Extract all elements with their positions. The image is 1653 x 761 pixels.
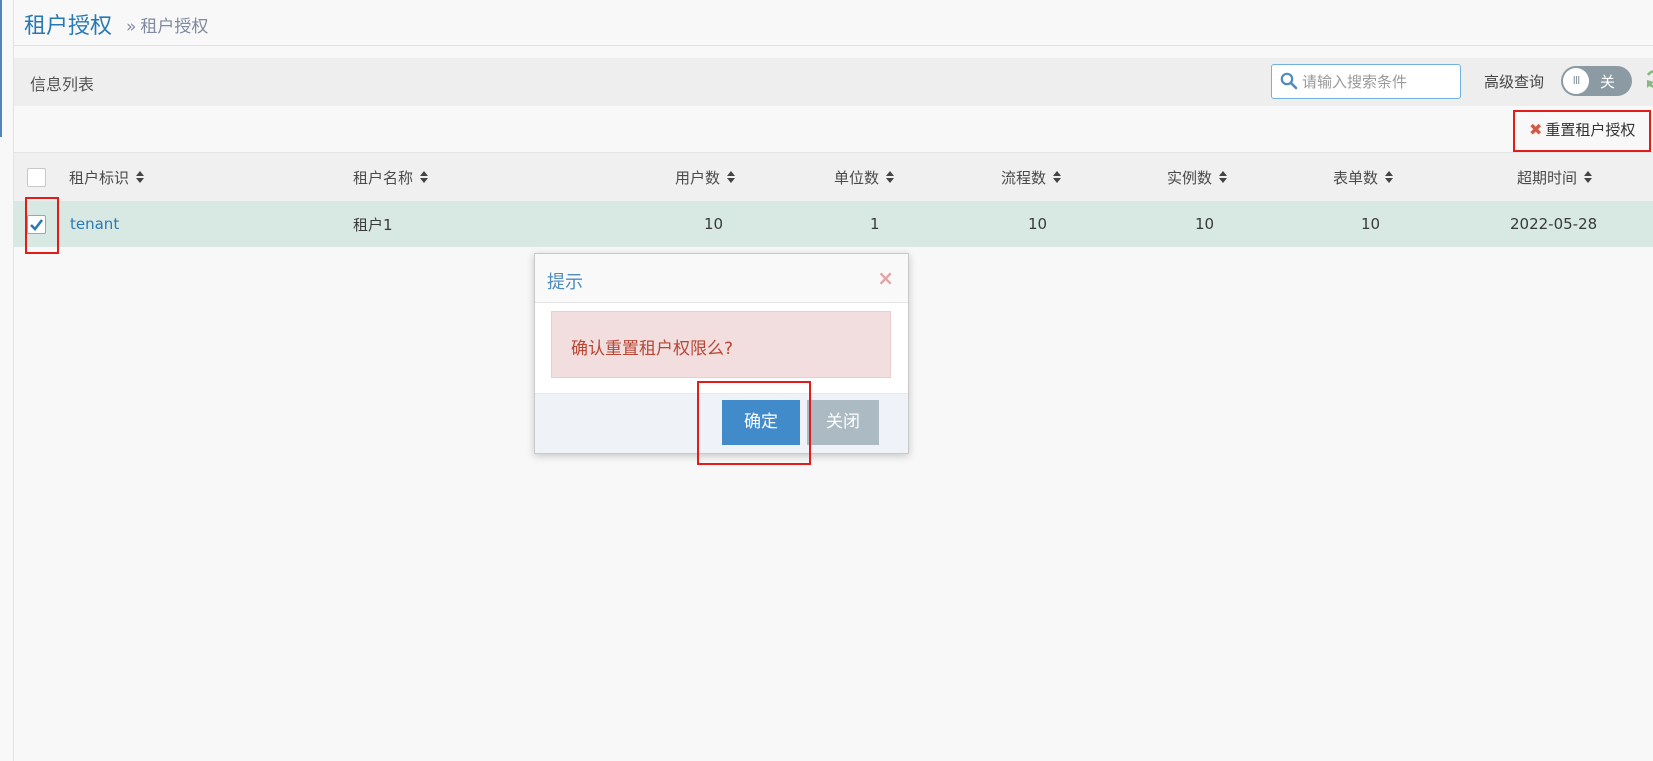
sort-icon[interactable] — [726, 170, 736, 184]
reset-tenant-auth-label: 重置租户授权 — [1545, 121, 1636, 139]
search-input[interactable] — [1302, 69, 1452, 95]
confirm-button[interactable]: 确定 — [722, 400, 800, 445]
row-checkbox[interactable] — [27, 214, 46, 234]
dialog-title: 提示 — [547, 272, 583, 293]
close-icon: ✖ — [1529, 120, 1543, 139]
advanced-search-label: 高级查询 — [1484, 73, 1545, 91]
close-button[interactable]: 关闭 — [807, 400, 879, 445]
sort-icon[interactable] — [135, 170, 145, 184]
search-box[interactable] — [1271, 64, 1461, 99]
dialog-message: 确认重置租户权限么? — [551, 311, 891, 378]
dialog-close-icon[interactable]: × — [877, 268, 894, 288]
tenant-id-link[interactable]: tenant — [70, 201, 119, 247]
left-divider — [13, 0, 14, 761]
row-select-cell — [27, 201, 46, 247]
column-header[interactable]: 超期时间 — [1517, 153, 1593, 201]
flow-count-cell: 10 — [1028, 215, 1048, 233]
page-header: 租户授权 » 租户授权 — [14, 0, 1653, 46]
breadcrumb-separator: » — [126, 17, 137, 37]
sort-icon[interactable] — [1583, 170, 1593, 184]
sort-icon[interactable] — [1384, 170, 1394, 184]
unit-count-cell: 1 — [870, 215, 880, 233]
sort-icon[interactable] — [1218, 170, 1228, 184]
reset-tenant-auth-button[interactable]: ✖ 重置租户授权 — [1529, 119, 1635, 140]
select-all-cell — [27, 153, 46, 201]
page-title: 租户授权 — [24, 14, 113, 39]
breadcrumb-item[interactable]: 租户授权 — [140, 17, 208, 37]
tenant-name-cell: 租户1 — [353, 215, 393, 234]
advanced-search-toggle[interactable]: III 关 — [1561, 66, 1632, 96]
table-header: 租户标识 租户名称 用户数 单位数 流程数 实例数 表单数 超期时间 — [14, 152, 1653, 201]
toggle-state: 关 — [1600, 73, 1616, 91]
refresh-icon[interactable] — [1644, 68, 1653, 90]
select-all-checkbox[interactable] — [27, 167, 46, 187]
column-header[interactable]: 用户数 — [675, 153, 736, 201]
list-toolbar: 信息列表 高级查询 III 关 — [14, 58, 1653, 106]
column-header[interactable]: 实例数 — [1167, 153, 1228, 201]
instance-count-cell: 10 — [1195, 215, 1215, 233]
breadcrumb: » 租户授权 — [126, 12, 208, 37]
dialog-header: 提示 × — [535, 254, 908, 303]
table-row[interactable]: tenant 租户1 10 1 10 10 10 2022-05-28 — [14, 201, 1653, 247]
user-count-cell: 10 — [704, 215, 724, 233]
column-header[interactable]: 单位数 — [834, 153, 895, 201]
column-header[interactable]: 租户标识 — [69, 153, 145, 201]
search-icon — [1280, 72, 1298, 90]
dialog-footer: 确定 关闭 — [535, 393, 908, 453]
confirm-dialog: 提示 × 确认重置租户权限么? 确定 关闭 — [534, 253, 909, 454]
column-header[interactable]: 流程数 — [1001, 153, 1062, 201]
column-header[interactable]: 租户名称 — [353, 153, 429, 201]
sort-icon[interactable] — [419, 170, 429, 184]
expire-time-cell: 2022-05-28 — [1510, 215, 1598, 233]
checkbox-checked-icon — [30, 218, 44, 231]
column-header[interactable]: 表单数 — [1333, 153, 1394, 201]
left-edge-bar — [0, 0, 2, 137]
list-title: 信息列表 — [30, 75, 95, 94]
sort-icon[interactable] — [1052, 170, 1062, 184]
form-count-cell: 10 — [1361, 215, 1381, 233]
sort-icon[interactable] — [885, 170, 895, 184]
toggle-knob: III — [1563, 68, 1589, 94]
